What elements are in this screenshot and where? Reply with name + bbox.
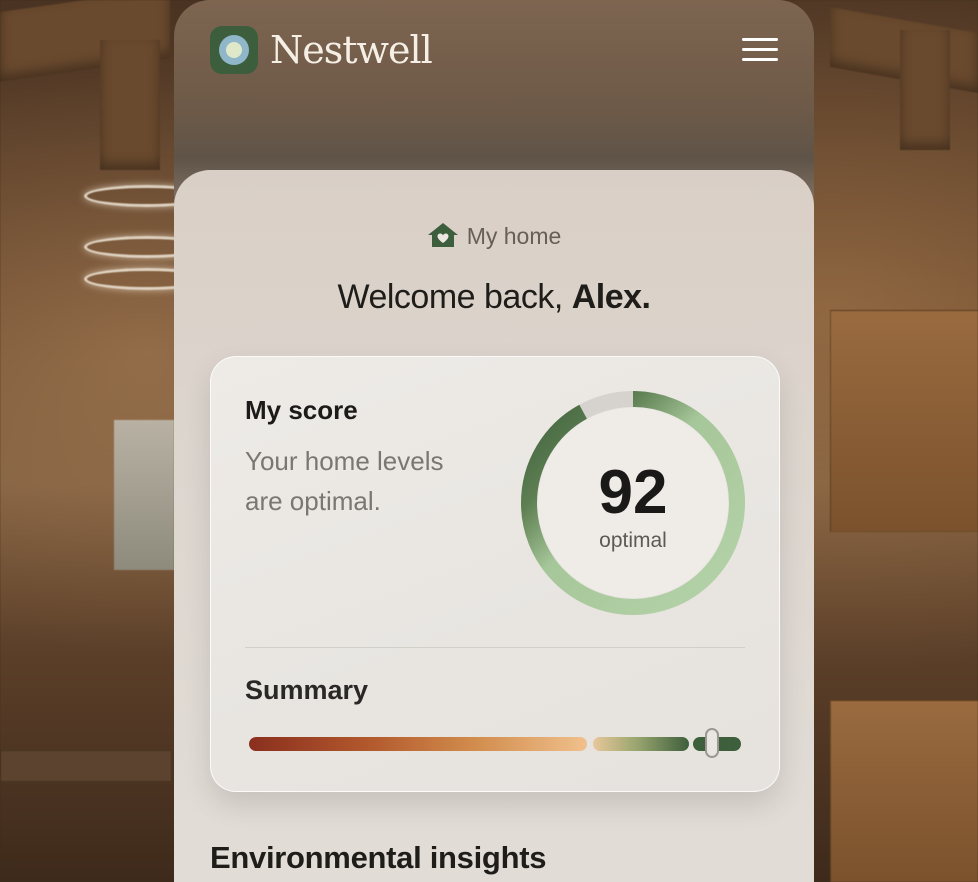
- home-heart-icon: [427, 222, 459, 254]
- user-name: Alex.: [571, 278, 651, 316]
- summary-bar-poor: [249, 737, 587, 751]
- summary-indicator: [705, 728, 719, 758]
- welcome-prefix: Welcome back,: [337, 278, 572, 316]
- score-gauge: 92 optimal: [519, 389, 747, 617]
- hamburger-menu-icon[interactable]: [742, 38, 778, 62]
- top-bar: Nestwell: [174, 0, 814, 170]
- ceiling-beam: [900, 30, 950, 150]
- kitchen-cabinet: [830, 310, 978, 532]
- environmental-insights-heading: Environmental insights: [210, 840, 547, 875]
- my-home-label: My home: [174, 222, 814, 254]
- my-home-text: My home: [466, 223, 562, 249]
- score-status: optimal: [599, 529, 667, 552]
- nestwell-logo-icon: [210, 26, 258, 74]
- window: [114, 420, 174, 570]
- summary-title: Summary: [245, 675, 369, 705]
- welcome-heading: Welcome back, Alex.: [174, 278, 814, 317]
- score-card[interactable]: My score Your home levels are optimal. 9…: [210, 356, 780, 792]
- dining-table: [0, 750, 172, 782]
- brand-logo[interactable]: Nestwell: [210, 26, 433, 74]
- brand-name: Nestwell: [270, 28, 433, 72]
- ceiling-beam: [100, 40, 160, 170]
- score-title: My score: [245, 395, 358, 425]
- kitchen-cabinet: [830, 700, 978, 882]
- score-value: 92: [598, 458, 668, 527]
- phone-screen: Nestwell My home Welcome back, Alex. My …: [174, 0, 814, 882]
- home-sheet: My home Welcome back, Alex. My score You…: [174, 170, 814, 882]
- score-description: Your home levels are optimal.: [245, 446, 444, 516]
- card-divider: [245, 647, 745, 648]
- summary-bar-good: [593, 737, 689, 751]
